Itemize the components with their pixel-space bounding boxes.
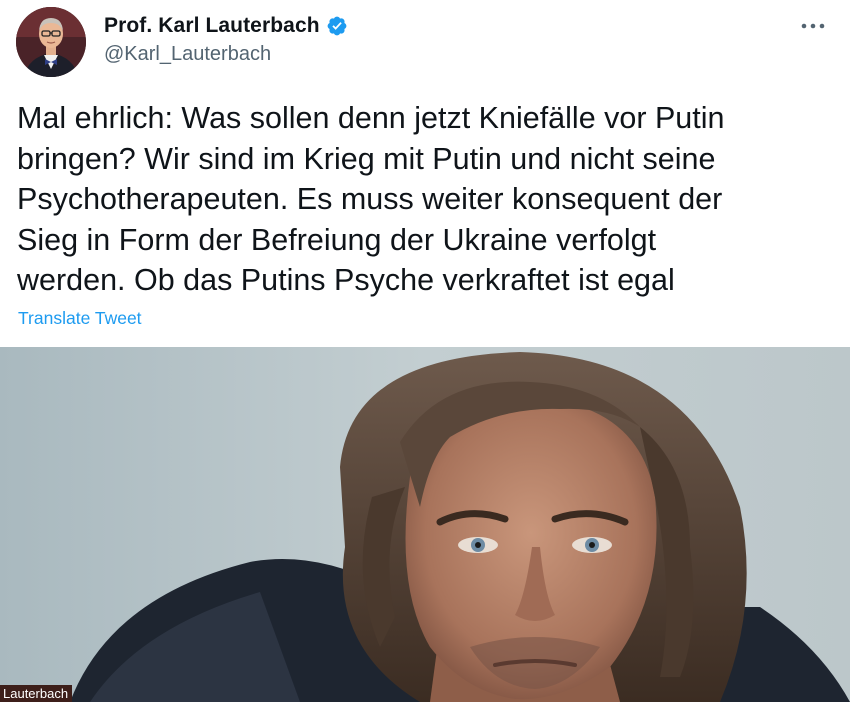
more-options-button[interactable] bbox=[796, 14, 830, 38]
display-name-row: Prof. Karl Lauterbach bbox=[104, 12, 348, 40]
tweet-media-image[interactable]: Lauterbach bbox=[0, 347, 850, 702]
translate-tweet-link[interactable]: Translate Tweet bbox=[18, 308, 142, 329]
handle[interactable]: @Karl_Lauterbach bbox=[104, 43, 348, 66]
profile-photo-icon bbox=[16, 7, 86, 77]
tweet-text: Mal ehrlich: Was sollen denn jetzt Knief… bbox=[17, 101, 725, 297]
tweet-card: Prof. Karl Lauterbach @Karl_Lauterbach M… bbox=[0, 0, 850, 702]
avatar[interactable] bbox=[16, 7, 86, 77]
portrait-photo-icon bbox=[0, 347, 850, 702]
author-info: Prof. Karl Lauterbach @Karl_Lauterbach bbox=[104, 12, 348, 66]
verified-badge-icon bbox=[326, 15, 348, 37]
display-name[interactable]: Prof. Karl Lauterbach bbox=[104, 14, 320, 38]
media-caption: Lauterbach bbox=[0, 685, 73, 702]
more-horizontal-icon bbox=[801, 23, 825, 29]
